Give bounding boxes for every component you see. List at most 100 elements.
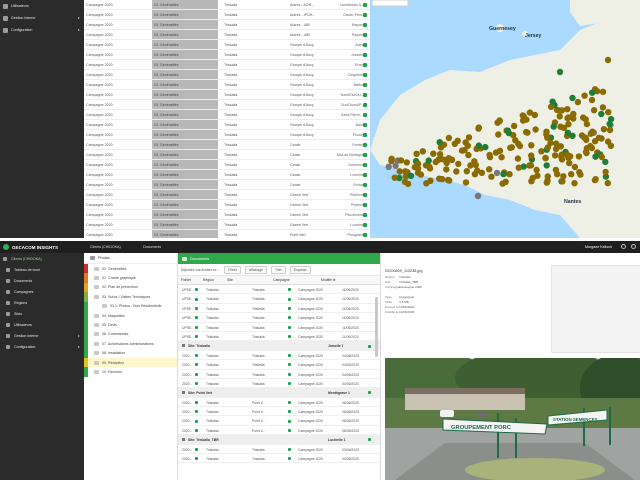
cell-file: UPSE... bbox=[182, 288, 195, 292]
document-row[interactable]: UPSE... Triskalia Triskalia Campagne 2020 11… bbox=[178, 332, 380, 342]
collapse-icon[interactable] bbox=[182, 391, 185, 395]
table-row[interactable]: Campagne 2020 03. Généralités Triskalia Gro… bbox=[84, 120, 370, 131]
table-row[interactable]: Campagne 2020 03. Généralités Triskalia Aut… bbox=[84, 20, 370, 31]
document-row[interactable]: 2020... Triskalia Point V... Campagne 2020 0… bbox=[178, 398, 380, 408]
status-dot-icon bbox=[195, 288, 198, 292]
user-name[interactable]: Morgane Kelloch bbox=[585, 245, 612, 249]
table-row[interactable]: Campagne 2020 03. Généralités Triskalia Cec… bbox=[84, 180, 370, 191]
filter-button[interactable]: Filtrer bbox=[224, 265, 241, 274]
preview-photo[interactable]: GROUPEMENT PORC STATION SEMENCES bbox=[385, 358, 640, 480]
table-row[interactable]: Campagne 2020 03. Généralités Triskalia Gro… bbox=[84, 80, 370, 91]
table-row[interactable]: Campagne 2020 03. Généralités Triskalia Gro… bbox=[84, 60, 370, 71]
map-canvas[interactable] bbox=[370, 0, 640, 238]
cell-campaign: Campagne 2020 bbox=[298, 381, 324, 386]
collapse-icon[interactable] bbox=[182, 344, 185, 348]
table-row[interactable]: Campagne 2020 03. Généralités Triskalia Aut… bbox=[84, 30, 370, 41]
site-group-row[interactable]: Site: Triskalia Jumelle 1 bbox=[178, 341, 380, 351]
drop-zone[interactable]: Déposez vos fichiers ici ... bbox=[181, 268, 220, 272]
folder-tree-item[interactable]: 10. Factures bbox=[84, 367, 177, 377]
help-icon[interactable] bbox=[621, 244, 626, 249]
breadcrumb-clients[interactable]: Clients (CHIDOKA) bbox=[90, 245, 121, 249]
preview-thumbnail[interactable] bbox=[551, 265, 640, 353]
folder-tree-item[interactable]: 03.1. Photos - Non Résidentielle bbox=[84, 301, 177, 311]
table-row[interactable]: Campagne 2020 03. Généralités Triskalia Cec… bbox=[84, 160, 370, 171]
document-row[interactable]: 2020... Triskalia Triskalia Campagne 2020 04… bbox=[178, 379, 380, 389]
table-row[interactable]: Campagne 2020 03. Généralités Triskalia Gar… bbox=[84, 200, 370, 211]
folder-tree-item[interactable]: 06. Commandes bbox=[84, 329, 177, 340]
folder-tree-item[interactable]: 08. Installation bbox=[84, 348, 177, 358]
brand[interactable]: GECACOM INSIGHTS bbox=[3, 244, 58, 250]
folder-tree-item[interactable]: 03. Suivis / Visites Techniques bbox=[84, 292, 177, 302]
top-nav-item[interactable]: Configuration ▸ bbox=[0, 24, 84, 36]
export-button[interactable]: Exporter bbox=[289, 265, 311, 274]
display-button[interactable]: Affichage bbox=[244, 265, 267, 274]
settings-icon[interactable] bbox=[631, 244, 636, 249]
document-row[interactable]: 2020... Triskalia Point V... Campagne 2020 0… bbox=[178, 407, 380, 417]
col-file[interactable]: Fichier bbox=[178, 278, 200, 282]
document-row[interactable]: UPSE... Triskalia Triskalia Campagne 2020 11… bbox=[178, 323, 380, 332]
table-row[interactable]: Campagne 2020 03. Généralités Triskalia Gro… bbox=[84, 50, 370, 61]
table-row[interactable]: Campagne 2020 03. Généralités Triskalia Poi… bbox=[84, 230, 370, 238]
document-row[interactable]: 2020... Triskalia Triskalia Campagne 2020 04… bbox=[178, 360, 380, 370]
table-row[interactable]: Campagne 2020 03. Généralités Triskalia Cec… bbox=[84, 170, 370, 181]
table-row[interactable]: Campagne 2020 03. Généralités Triskalia Gro… bbox=[84, 110, 370, 121]
sidebar-item[interactable]: Tableau de bord bbox=[0, 264, 84, 275]
sidebar-item[interactable]: Documents bbox=[0, 275, 84, 286]
sidebar-item-icon bbox=[3, 256, 7, 261]
folder-tree-header[interactable]: Photos bbox=[84, 253, 177, 264]
table-row[interactable]: Campagne 2020 03. Généralités Triskalia Aut… bbox=[84, 10, 370, 21]
sidebar-item[interactable]: Sites bbox=[0, 308, 84, 319]
sites-map[interactable]: Guernesey Jersey Nantes bbox=[370, 0, 640, 238]
document-row[interactable]: 2020... Triskalia Point V... Campagne 2020 0… bbox=[178, 426, 380, 436]
table-row[interactable]: Campagne 2020 03. Généralités Triskalia Gar… bbox=[84, 210, 370, 221]
sidebar-item[interactable]: Clients (CHIDOKA) bbox=[0, 253, 84, 264]
table-row[interactable]: Campagne 2020 03. Généralités Triskalia Aut… bbox=[84, 0, 370, 11]
table-row[interactable]: Campagne 2020 03. Généralités Triskalia Gar… bbox=[84, 190, 370, 201]
document-row[interactable]: UPSE... Triskalia Triskalia Campagne 2020 11… bbox=[178, 313, 380, 323]
top-nav-item[interactable]: Gestion interne ▸ bbox=[0, 12, 84, 24]
document-row[interactable]: UPSE... Triskalia Triskalia Campagne 2020 11… bbox=[178, 294, 380, 304]
sidebar-item[interactable]: Campagnes bbox=[0, 286, 84, 297]
table-row[interactable]: Campagne 2020 03. Généralités Triskalia Cec… bbox=[84, 150, 370, 161]
col-region[interactable]: Région bbox=[200, 278, 224, 282]
sidebar-item[interactable]: Utilisateurs bbox=[0, 319, 84, 330]
table-row[interactable]: Campagne 2020 03. Généralités Triskalia Cec… bbox=[84, 140, 370, 151]
documents-scrollbar[interactable] bbox=[375, 297, 378, 357]
document-row[interactable]: UPSE... Triskalia Triskalia Campagne 2020 11… bbox=[178, 285, 380, 295]
sort-button[interactable]: Trier bbox=[270, 265, 286, 274]
site-group-row[interactable]: Site: Point Vert Menthgrave 1 bbox=[178, 388, 380, 398]
document-row[interactable]: 2020... Triskalia Point V... Campagne 2020 0… bbox=[178, 416, 380, 426]
table-row[interactable]: Campagne 2020 03. Généralités Triskalia Gro… bbox=[84, 40, 370, 51]
document-row[interactable]: 2020... Triskalia Triskalia Campagne 2020 03… bbox=[178, 445, 380, 455]
site-group-row[interactable]: Site: Triskalia_TBR Lucinelle 1 bbox=[178, 435, 380, 445]
cell-file: 2020... bbox=[182, 363, 193, 368]
table-row[interactable]: Campagne 2020 03. Généralités Triskalia Gar… bbox=[84, 220, 370, 231]
document-row[interactable]: 2020... Triskalia Triskalia Campagne 2020 03… bbox=[178, 454, 380, 464]
sidebar-item[interactable]: Régions bbox=[0, 297, 84, 308]
folder-tree-item[interactable]: 04. Maquettes bbox=[84, 310, 177, 321]
sidebar-item[interactable]: Gestion interne ▸ bbox=[0, 330, 84, 341]
col-campaign[interactable]: Campagne bbox=[270, 278, 318, 282]
document-row[interactable]: 2020... Triskalia Triskalia Campagne 2020 04… bbox=[178, 351, 380, 361]
folder-tree-title: Photos bbox=[98, 256, 110, 260]
site-marker bbox=[440, 141, 448, 148]
document-row[interactable]: UPSE... Triskalia Triskalia Campagne 2020 11… bbox=[178, 304, 380, 314]
folder-tree-item[interactable]: 09. Réception bbox=[84, 357, 177, 368]
folder-tree-item[interactable]: 01. Charte graphique bbox=[84, 273, 177, 283]
table-row[interactable]: Campagne 2020 03. Généralités Triskalia Gro… bbox=[84, 100, 370, 111]
folder-tree-item[interactable]: 02. Généralités bbox=[84, 264, 177, 274]
collapse-icon[interactable] bbox=[182, 438, 185, 442]
breadcrumb-documents[interactable]: Documents bbox=[143, 245, 161, 249]
table-row[interactable]: Campagne 2020 03. Généralités Triskalia Gro… bbox=[84, 90, 370, 101]
folder-tree-item[interactable]: 02. Plan de prévention bbox=[84, 282, 177, 293]
sidebar-item[interactable]: Configuration ▸ bbox=[0, 341, 84, 352]
folder-tree-item[interactable]: 07. Autorisations administratives bbox=[84, 339, 177, 349]
table-row[interactable]: Campagne 2020 03. Généralités Triskalia Gro… bbox=[84, 70, 370, 81]
folder-tree-item[interactable]: 05. Devis bbox=[84, 320, 177, 330]
col-modified[interactable]: Modifié le bbox=[318, 278, 358, 282]
col-site[interactable]: Site bbox=[224, 278, 270, 282]
document-row[interactable]: 2020... Triskalia Triskalia Campagne 2020 04… bbox=[178, 370, 380, 379]
table-row[interactable]: Campagne 2020 03. Généralités Triskalia Gro… bbox=[84, 130, 370, 141]
top-nav-item[interactable]: Utilisateurs bbox=[0, 0, 84, 12]
cell-site: Triskalia bbox=[252, 353, 265, 358]
